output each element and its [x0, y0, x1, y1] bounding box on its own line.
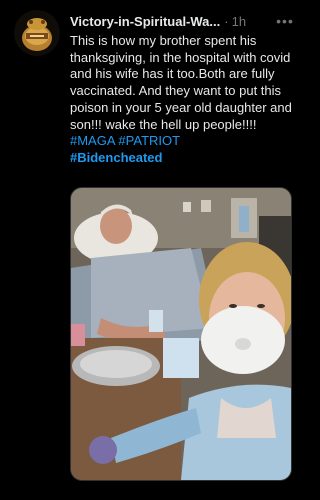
- avatar-image: [14, 10, 60, 56]
- tweet-body: This is how my brother spent his thanksg…: [70, 33, 292, 132]
- hashtag-bidencheated[interactable]: #Bidencheated: [70, 150, 162, 165]
- more-dots-icon[interactable]: •••: [275, 12, 295, 32]
- hashtag-patriot[interactable]: #PATRIOT: [118, 133, 180, 148]
- tweet-text: This is how my brother spent his thanksg…: [70, 33, 296, 167]
- separator-dot: ·: [224, 13, 229, 29]
- author-name[interactable]: Victory-in-Spiritual-Wa...: [70, 14, 220, 29]
- timestamp[interactable]: 1h: [232, 14, 246, 29]
- tweet[interactable]: Victory-in-Spiritual-Wa... · 1h ••• This…: [0, 0, 305, 500]
- tweet-header: Victory-in-Spiritual-Wa... · 1h: [70, 12, 295, 30]
- tweet-photo[interactable]: [70, 187, 292, 481]
- avatar[interactable]: [14, 10, 60, 56]
- hashtag-maga[interactable]: #MAGA: [70, 133, 115, 148]
- hospital-photo: [71, 188, 291, 480]
